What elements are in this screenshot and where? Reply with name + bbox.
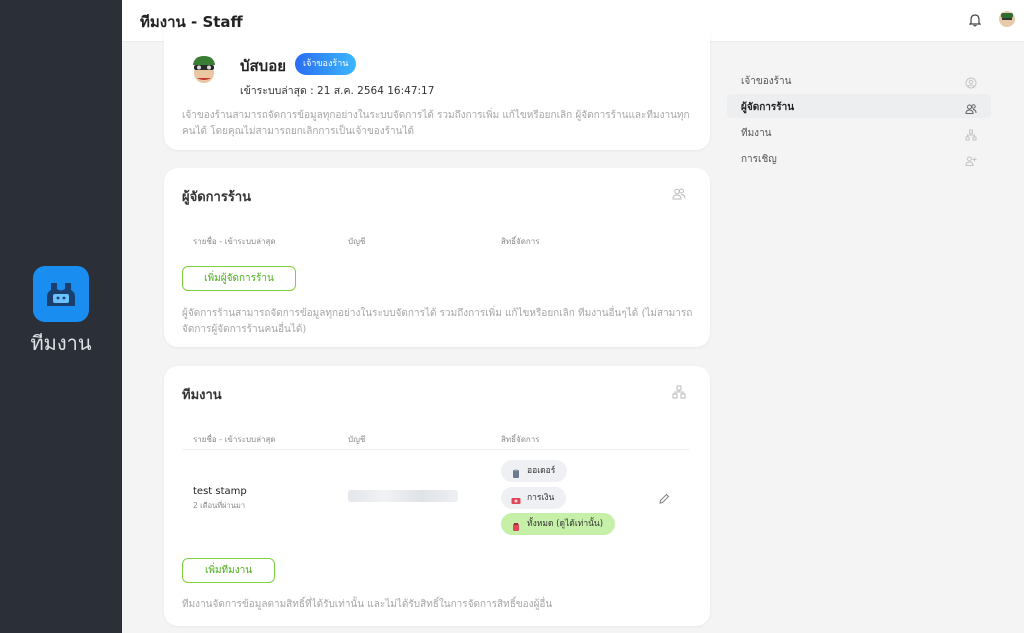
permission-label: ออเดอร์ — [527, 466, 556, 476]
clipboard-icon — [511, 466, 521, 478]
user-avatar[interactable] — [999, 11, 1015, 27]
team-description: ทีมงานจัดการข้อมูลตามสิทธิ์ที่ได้รับเท่า… — [182, 599, 553, 610]
col-head-permission: สิทธิ์จัดการ — [501, 435, 540, 444]
member-account-blurred — [348, 490, 458, 502]
managers-description: ผู้จัดการร้านสามารถจัดการข้อมูลทุกอย่างใ… — [182, 308, 693, 335]
owner-last-login: เข้าระบบล่าสุด : 21 ส.ค. 2564 16:47:17 — [240, 85, 435, 97]
add-team-member-button[interactable]: เพิ่มทีมงาน — [182, 558, 275, 583]
hierarchy-icon — [965, 126, 977, 141]
owner-name: บัสบอย — [240, 57, 286, 75]
section-nav: เจ้าของร้าน ผู้จัดการร้าน ทีมงาน การเชิญ — [727, 68, 991, 172]
member-last-login: 2 เดือนที่ผ่านมา — [193, 501, 246, 510]
users-icon — [965, 100, 977, 114]
col-head-account: บัญชี — [348, 435, 366, 444]
owner-description: เจ้าของร้านสามารถจัดการข้อมูลทุกอย่างในร… — [182, 110, 690, 137]
permission-chip-orders: ออเดอร์ — [501, 460, 568, 482]
nav-item-team[interactable]: ทีมงาน — [727, 120, 991, 144]
hierarchy-icon — [672, 384, 686, 399]
owner-badge: เจ้าของร้าน — [295, 53, 357, 75]
col-head-account: บัญชี — [348, 237, 366, 246]
col-head-name: รายชื่อ - เข้าระบบล่าสุด — [193, 435, 276, 444]
nav-item-managers[interactable]: ผู้จัดการร้าน — [727, 94, 991, 118]
nav-label: การเชิญ — [741, 154, 777, 165]
col-head-permission: สิทธิ์จัดการ — [501, 237, 540, 246]
edit-icon[interactable] — [658, 490, 670, 504]
nav-label: เจ้าของร้าน — [741, 76, 792, 87]
left-rail: ทีมงาน — [0, 0, 122, 633]
col-head-name: รายชื่อ - เข้าระบบล่าสุด — [193, 237, 276, 246]
managers-title: ผู้จัดการร้าน — [182, 190, 251, 205]
nav-item-owner[interactable]: เจ้าของร้าน — [727, 68, 991, 92]
team-card: ทีมงาน รายชื่อ - เข้าระบบล่าสุด บัญชี สิ… — [164, 366, 710, 626]
team-title: ทีมงาน — [182, 388, 222, 403]
user-circle-icon — [965, 74, 977, 89]
owner-card: บัสบอย เจ้าของร้าน เข้าระบบล่าสุด : 21 ส… — [164, 30, 710, 150]
user-plus-icon — [965, 152, 977, 166]
app-logo-icon[interactable] — [33, 266, 89, 322]
nav-label: ทีมงาน — [741, 128, 772, 139]
app-name: ทีมงาน — [30, 331, 92, 355]
nav-item-invitations[interactable]: การเชิญ — [727, 146, 991, 170]
add-manager-button[interactable]: เพิ่มผู้จัดการร้าน — [182, 266, 296, 291]
managers-card: ผู้จัดการร้าน รายชื่อ - เข้าระบบล่าสุด บ… — [164, 168, 710, 347]
permission-chip-all-readonly: ทั้งหมด (ดูได้เท่านั้น) — [501, 513, 616, 535]
users-icon — [672, 186, 686, 200]
bell-icon[interactable] — [966, 11, 984, 29]
owner-avatar — [188, 52, 220, 84]
permission-label: ทั้งหมด (ดูได้เท่านั้น) — [527, 519, 604, 529]
permission-chip-finance: การเงิน — [501, 487, 567, 509]
all-icon — [511, 519, 521, 531]
table-divider — [182, 449, 690, 450]
member-name: test stamp — [193, 486, 247, 497]
nav-label: ผู้จัดการร้าน — [741, 102, 795, 113]
money-icon — [511, 493, 521, 504]
permission-label: การเงิน — [527, 493, 555, 503]
